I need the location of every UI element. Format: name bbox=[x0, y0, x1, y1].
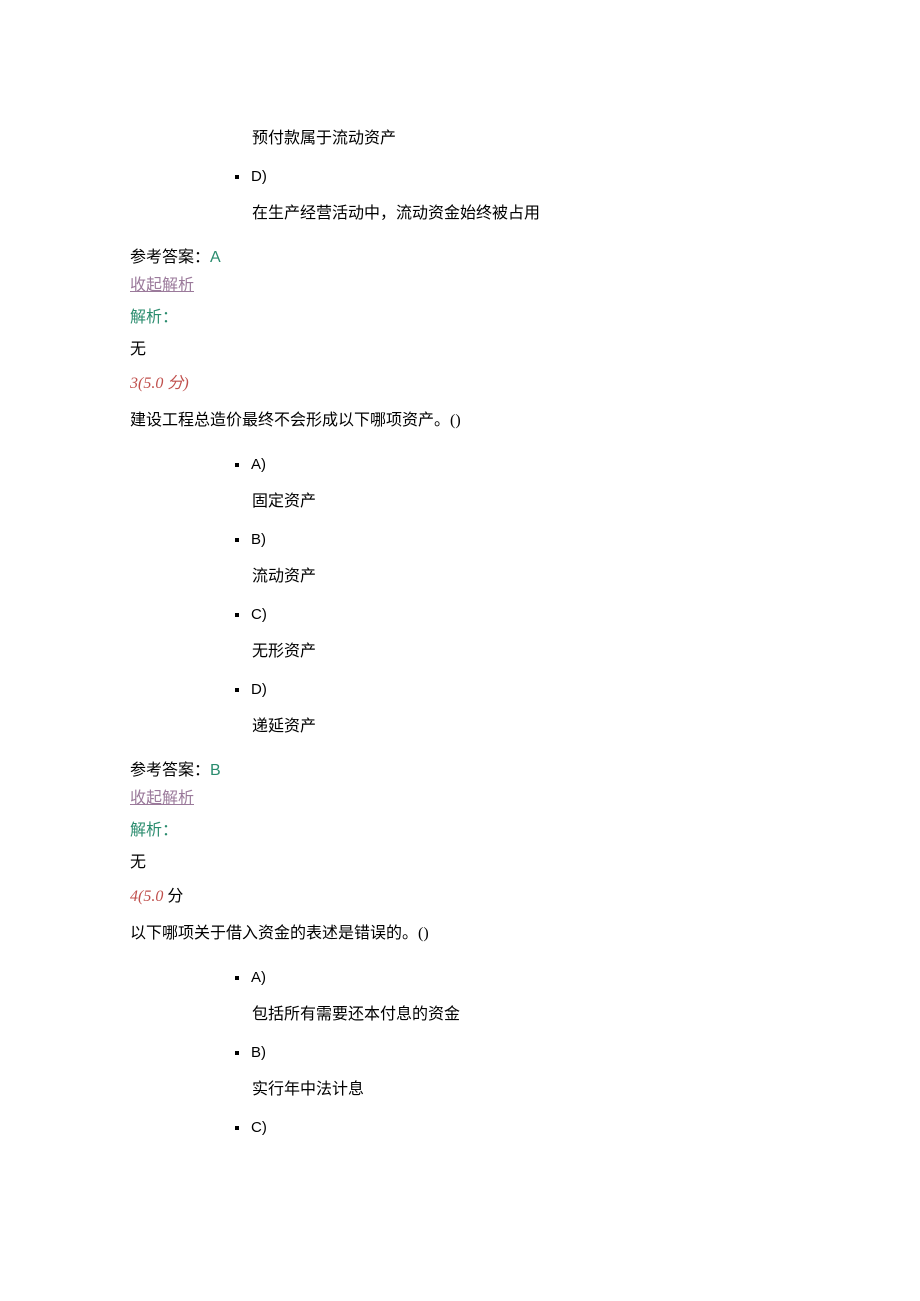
q3-option-b-text: 流动资产 bbox=[252, 562, 790, 586]
q4-option-c: C) bbox=[235, 1119, 790, 1136]
q2-analysis-label: 解析： bbox=[130, 303, 790, 327]
q4-option-a-label: A) bbox=[251, 969, 266, 986]
q3-collapse-link[interactable]: 收起解析 bbox=[130, 784, 194, 808]
bullet-icon bbox=[235, 538, 239, 542]
bullet-icon bbox=[235, 1051, 239, 1055]
q2-analysis-body: 无 bbox=[130, 335, 790, 359]
bullet-icon bbox=[235, 175, 239, 179]
q4-number: 4(5.0 bbox=[130, 888, 163, 905]
q2-collapse-link-wrap: 收起解析 bbox=[130, 267, 790, 295]
q3-option-a: A) 固定资产 bbox=[235, 456, 790, 511]
q4-option-a: A) 包括所有需要还本付息的资金 bbox=[235, 969, 790, 1024]
q2-option-d-label: D) bbox=[251, 168, 267, 185]
q3-option-b-label: B) bbox=[251, 531, 266, 548]
bullet-icon bbox=[235, 463, 239, 467]
q3-option-c-label: C) bbox=[251, 606, 267, 623]
q3-option-d-label: D) bbox=[251, 681, 267, 698]
bullet-icon bbox=[235, 976, 239, 980]
q3-number-row: 3(5.0 分) bbox=[130, 369, 790, 393]
q3-option-d-text: 递延资产 bbox=[252, 712, 790, 736]
q3-collapse-link-wrap: 收起解析 bbox=[130, 780, 790, 808]
q3-answer-value: B bbox=[210, 762, 221, 779]
q3-analysis-body: 无 bbox=[130, 848, 790, 872]
q4-option-a-text: 包括所有需要还本付息的资金 bbox=[252, 1000, 790, 1024]
q2-answer-value: A bbox=[210, 249, 221, 266]
q3-option-b-label-row: B) bbox=[235, 531, 790, 548]
q3-option-b: B) 流动资产 bbox=[235, 531, 790, 586]
q4-option-b: B) 实行年中法计息 bbox=[235, 1044, 790, 1099]
q3-number: 3(5.0 bbox=[130, 375, 163, 392]
q3-option-a-label-row: A) bbox=[235, 456, 790, 473]
q3-option-c: C) 无形资产 bbox=[235, 606, 790, 661]
q3-answer-label: 参考答案： bbox=[130, 762, 210, 779]
q3-option-a-label: A) bbox=[251, 456, 266, 473]
q2-collapse-link[interactable]: 收起解析 bbox=[130, 271, 194, 295]
q2-option-d-text: 在生产经营活动中，流动资金始终被占用 bbox=[252, 199, 790, 223]
bullet-icon bbox=[235, 1126, 239, 1130]
q4-stem: 以下哪项关于借入资金的表述是错误的。() bbox=[130, 920, 790, 947]
q2-option-c-text-wrap: 预付款属于流动资产 bbox=[235, 124, 790, 148]
q4-option-c-label-row: C) bbox=[235, 1119, 790, 1136]
q3-option-c-text: 无形资产 bbox=[252, 637, 790, 661]
q3-option-a-text: 固定资产 bbox=[252, 487, 790, 511]
q2-option-d: D) 在生产经营活动中，流动资金始终被占用 bbox=[235, 168, 790, 223]
q3-answer-row: 参考答案：B bbox=[130, 756, 790, 780]
q3-points-suffix: 分) bbox=[163, 375, 188, 392]
q4-option-b-label: B) bbox=[251, 1044, 266, 1061]
q2-answer-label: 参考答案： bbox=[130, 249, 210, 266]
q4-option-c-label: C) bbox=[251, 1119, 267, 1136]
q4-option-b-label-row: B) bbox=[235, 1044, 790, 1061]
q3-stem: 建设工程总造价最终不会形成以下哪项资产。() bbox=[130, 407, 790, 434]
q4-points-suffix: 分 bbox=[163, 888, 183, 905]
q3-option-c-label-row: C) bbox=[235, 606, 790, 623]
q4-option-b-text: 实行年中法计息 bbox=[252, 1075, 790, 1099]
q3-option-d-label-row: D) bbox=[235, 681, 790, 698]
page: 预付款属于流动资产 D) 在生产经营活动中，流动资金始终被占用 参考答案：A 收… bbox=[0, 0, 920, 1301]
q2-option-d-label-row: D) bbox=[235, 168, 790, 185]
q3-option-d: D) 递延资产 bbox=[235, 681, 790, 736]
bullet-icon bbox=[235, 613, 239, 617]
q2-option-c-text: 预付款属于流动资产 bbox=[252, 124, 790, 148]
q2-answer-row: 参考答案：A bbox=[130, 243, 790, 267]
q4-number-row: 4(5.0 分 bbox=[130, 882, 790, 906]
q4-option-a-label-row: A) bbox=[235, 969, 790, 986]
q3-analysis-label: 解析： bbox=[130, 816, 790, 840]
bullet-icon bbox=[235, 688, 239, 692]
